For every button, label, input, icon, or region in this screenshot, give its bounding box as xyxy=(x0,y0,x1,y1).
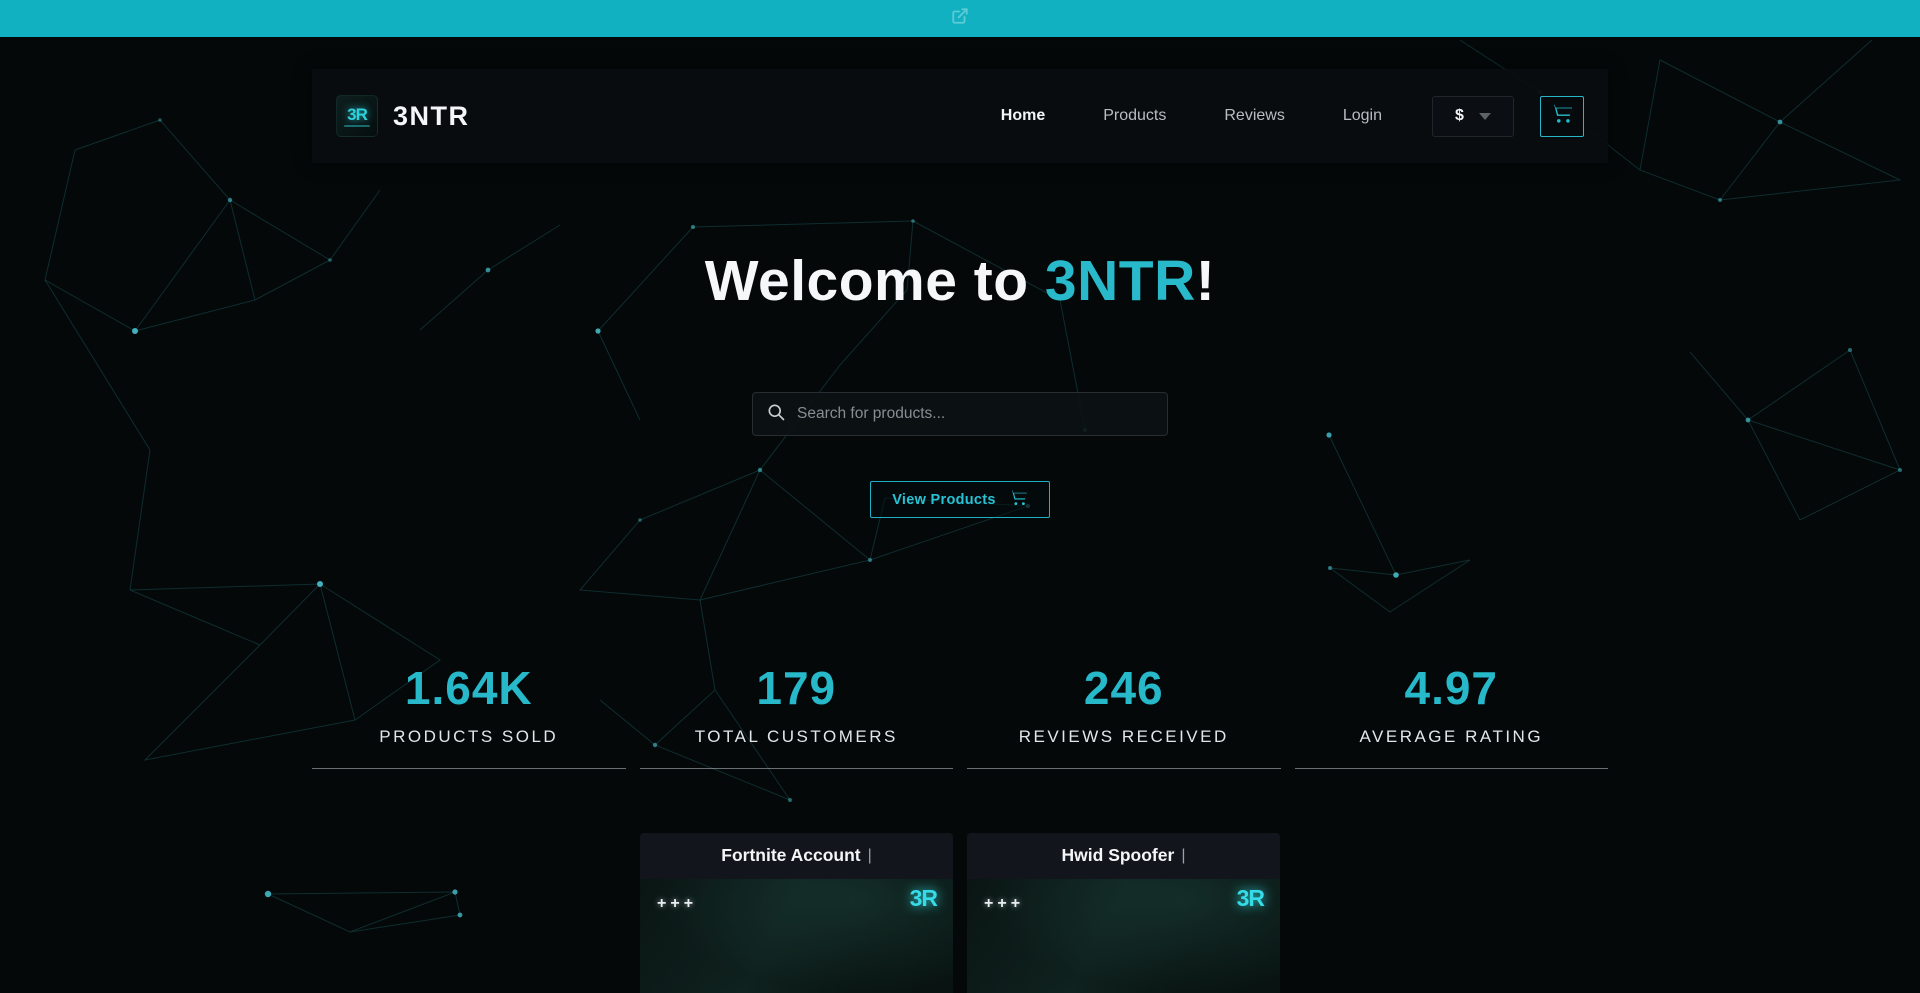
stat-divider xyxy=(1295,768,1609,769)
stat-label: PRODUCTS SOLD xyxy=(312,727,626,747)
product-title: Fortnite Account xyxy=(721,845,860,866)
product-card-header: Hwid Spoofer | xyxy=(967,833,1280,879)
search-input[interactable] xyxy=(797,405,1154,423)
currency-selected-value: $ xyxy=(1455,107,1464,125)
nav-links: Home Products Reviews Login xyxy=(1001,107,1382,125)
product-search-bar[interactable] xyxy=(752,392,1168,436)
stat-divider xyxy=(640,768,954,769)
product-card-hwid-spoofer[interactable]: Hwid Spoofer | +++ 3R ⌇ ∠ xyxy=(967,833,1280,993)
brand-logo-glyph: 3R xyxy=(347,106,367,123)
stat-average-rating: 4.97 AVERAGE RATING xyxy=(1295,663,1609,769)
search-icon xyxy=(766,402,786,427)
nav-item-home[interactable]: Home xyxy=(1001,107,1045,125)
chevron-down-icon xyxy=(1479,113,1491,120)
stat-products-sold: 1.64K PRODUCTS SOLD xyxy=(312,663,626,769)
main-navbar: 3R 3NTR Home Products Reviews Login $ xyxy=(312,69,1608,163)
product-image[interactable]: +++ 3R ⌇ ∠ xyxy=(967,879,1280,993)
title-prefix: Welcome to xyxy=(705,249,1045,313)
stat-total-customers: 179 TOTAL CUSTOMERS xyxy=(640,663,954,769)
currency-select[interactable]: $ xyxy=(1432,96,1514,137)
stat-value: 4.97 xyxy=(1295,663,1609,714)
stat-reviews-received: 246 REVIEWS RECEIVED xyxy=(967,663,1281,769)
stat-divider xyxy=(967,768,1281,769)
sparkle-marks: +++ xyxy=(657,895,697,913)
stat-divider xyxy=(312,768,626,769)
announcement-bar xyxy=(0,0,1920,37)
brand-name[interactable]: 3NTR xyxy=(393,101,470,132)
page-title: Welcome to 3NTR! xyxy=(0,248,1920,314)
brand-logo[interactable]: 3R xyxy=(336,95,378,137)
product-card-header: Fortnite Account | xyxy=(640,833,953,879)
product-image-brand: 3R xyxy=(1237,887,1264,911)
product-title: Hwid Spoofer xyxy=(1062,845,1175,866)
product-card-fortnite-account[interactable]: Fortnite Account | +++ 3R ⌇ ∠ ՞ xyxy=(640,833,953,993)
stats-section: 1.64K PRODUCTS SOLD 179 TOTAL CUSTOMERS … xyxy=(312,663,1608,769)
title-brand: 3NTR xyxy=(1045,249,1196,313)
shopping-cart-icon xyxy=(1550,103,1574,130)
cart-button[interactable] xyxy=(1540,96,1584,137)
stat-value: 246 xyxy=(967,663,1281,714)
product-image-brand: 3R xyxy=(910,887,937,911)
brand-logo-glyph: 3R xyxy=(1237,885,1264,911)
nav-item-login[interactable]: Login xyxy=(1343,107,1382,125)
hero-section: Welcome to 3NTR! View Products xyxy=(0,248,1920,518)
nav-item-products[interactable]: Products xyxy=(1103,107,1166,125)
brand-logo-caption xyxy=(344,125,370,127)
featured-products: Fortnite Account | +++ 3R ⌇ ∠ ՞ Hwid Spo… xyxy=(312,833,1608,993)
title-suffix: ! xyxy=(1196,249,1215,313)
brand-logo-glyph: 3R xyxy=(910,885,937,911)
product-image[interactable]: +++ 3R ⌇ ∠ ՞ xyxy=(640,879,953,993)
external-link-icon[interactable] xyxy=(951,7,969,30)
nav-item-reviews[interactable]: Reviews xyxy=(1224,107,1284,125)
stat-value: 1.64K xyxy=(312,663,626,714)
product-title-separator: | xyxy=(868,847,872,865)
shopping-cart-icon xyxy=(1009,489,1028,511)
view-products-label: View Products xyxy=(892,492,996,508)
sparkle-marks: +++ xyxy=(984,895,1024,913)
product-title-separator: | xyxy=(1181,847,1185,865)
stat-label: REVIEWS RECEIVED xyxy=(967,727,1281,747)
view-products-button[interactable]: View Products xyxy=(870,481,1050,518)
stat-value: 179 xyxy=(640,663,954,714)
stat-label: TOTAL CUSTOMERS xyxy=(640,727,954,747)
stat-label: AVERAGE RATING xyxy=(1295,727,1609,747)
